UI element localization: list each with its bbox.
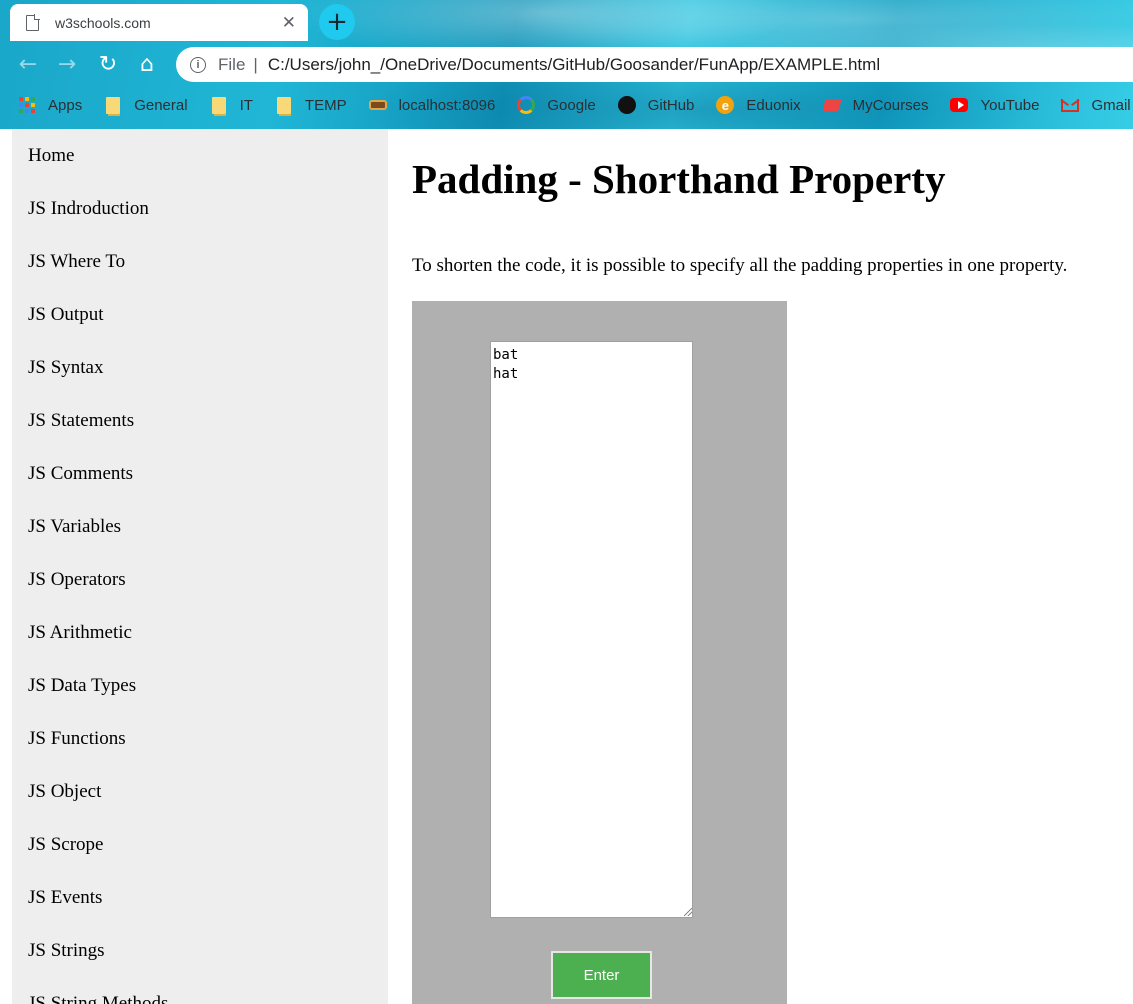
youtube-icon <box>950 96 969 114</box>
tab-title: w3schools.com <box>55 14 151 31</box>
bookmark-label: localhost:8096 <box>398 96 496 114</box>
document-icon <box>26 13 40 31</box>
sidebar-item-js-strings[interactable]: JS Strings <box>12 924 388 977</box>
bookmark-label: GitHub <box>647 96 695 114</box>
bookmark-general[interactable]: General <box>104 96 188 116</box>
text-input-area[interactable] <box>490 341 693 918</box>
page-title: Padding - Shorthand Property <box>412 156 946 202</box>
main-content: Padding - Shorthand Property To shorten … <box>412 129 1133 1004</box>
bookmark-eduonix[interactable]: e Eduonix <box>716 96 801 114</box>
bookmarks-bar: Apps General IT TEMP localhost:8096 Goog… <box>18 92 1133 118</box>
bookmark-label: General <box>134 96 188 114</box>
bookmark-label: Google <box>547 96 596 114</box>
sidebar-item-js-object[interactable]: JS Object <box>12 765 388 818</box>
folder-icon <box>104 96 122 116</box>
sidebar-item-home[interactable]: Home <box>12 129 388 182</box>
mycourses-icon <box>822 96 842 114</box>
sidebar-list: Home JS Indroduction JS Where To JS Outp… <box>12 129 388 1004</box>
bookmark-mycourses[interactable]: MyCourses <box>822 96 929 114</box>
sidebar-nav: Home JS Indroduction JS Where To JS Outp… <box>12 129 388 1004</box>
bookmark-it[interactable]: IT <box>210 96 253 116</box>
bookmark-localhost[interactable]: localhost:8096 <box>368 96 496 114</box>
sidebar-item-js-statements[interactable]: JS Statements <box>12 394 388 447</box>
address-bar[interactable]: i File | C:/Users/john_/OneDrive/Documen… <box>176 47 1133 82</box>
sidebar-item-js-variables[interactable]: JS Variables <box>12 500 388 553</box>
folder-icon <box>275 96 293 116</box>
sidebar-item-js-syntax[interactable]: JS Syntax <box>12 341 388 394</box>
bookmark-label: TEMP <box>304 96 347 114</box>
sidebar-item-js-comments[interactable]: JS Comments <box>12 447 388 500</box>
resize-grip-icon[interactable] <box>684 908 692 916</box>
localhost-icon <box>368 96 387 114</box>
new-tab-button[interactable]: + <box>319 4 355 40</box>
address-url[interactable]: C:/Users/john_/OneDrive/Documents/GitHub… <box>268 55 880 75</box>
sidebar-item-js-operators[interactable]: JS Operators <box>12 553 388 606</box>
sidebar-item-js-events[interactable]: JS Events <box>12 871 388 924</box>
gmail-icon <box>1061 96 1080 114</box>
bookmark-temp[interactable]: TEMP <box>275 96 347 116</box>
bookmark-gmail[interactable]: Gmail - joh <box>1061 96 1133 114</box>
folder-icon <box>210 96 228 116</box>
bookmark-youtube[interactable]: YouTube <box>950 96 1039 114</box>
address-scheme-label: File <box>218 54 246 74</box>
sidebar-item-js-arithmetic[interactable]: JS Arithmetic <box>12 606 388 659</box>
intro-paragraph: To shorten the code, it is possible to s… <box>412 255 1068 276</box>
padding-demo-box: Enter <box>412 301 787 1004</box>
browser-chrome: w3schools.com ✕ + ← → ↻ ⌂ i File | C:/Us… <box>0 0 1133 129</box>
bookmark-label: YouTube <box>980 96 1040 114</box>
bookmark-label: MyCourses <box>852 96 929 114</box>
sidebar-item-js-data-types[interactable]: JS Data Types <box>12 659 388 712</box>
bookmark-label: Gmail - joh <box>1091 96 1133 114</box>
bookmark-apps[interactable]: Apps <box>18 96 82 114</box>
sidebar-item-js-introduction[interactable]: JS Indroduction <box>12 182 388 235</box>
github-icon <box>617 96 636 114</box>
enter-button[interactable]: Enter <box>551 951 652 999</box>
home-button[interactable]: ⌂ <box>133 50 161 78</box>
close-tab-icon[interactable]: ✕ <box>282 13 296 33</box>
sidebar-item-js-scope[interactable]: JS Scrope <box>12 818 388 871</box>
forward-button[interactable]: → <box>53 50 81 78</box>
bookmark-label: Apps <box>48 96 83 114</box>
sidebar-item-js-string-methods[interactable]: JS String Methods <box>12 977 388 1004</box>
browser-tab[interactable]: w3schools.com ✕ <box>10 4 308 41</box>
sidebar-item-js-functions[interactable]: JS Functions <box>12 712 388 765</box>
eduonix-icon: e <box>716 96 735 114</box>
sidebar-item-js-where-to[interactable]: JS Where To <box>12 235 388 288</box>
bookmark-label: Eduonix <box>746 96 801 114</box>
bookmark-label: IT <box>239 96 253 114</box>
sidebar-item-js-output[interactable]: JS Output <box>12 288 388 341</box>
back-button[interactable]: ← <box>14 50 42 78</box>
bookmark-github[interactable]: GitHub <box>617 96 695 114</box>
address-separator: | <box>253 54 258 74</box>
google-icon <box>517 96 536 114</box>
reload-button[interactable]: ↻ <box>94 50 122 78</box>
info-icon[interactable]: i <box>190 56 206 73</box>
bookmark-google[interactable]: Google <box>517 96 596 114</box>
apps-grid-icon <box>18 96 36 114</box>
